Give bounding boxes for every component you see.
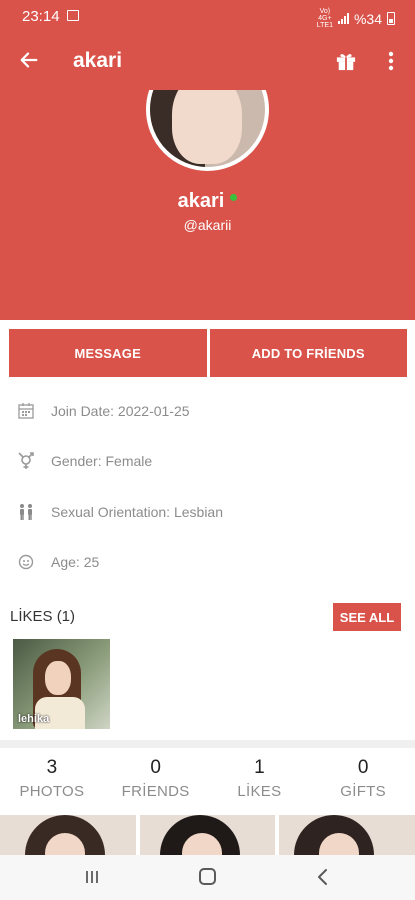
likes-label: LİKES (1): [10, 608, 76, 625]
like-photo-face: [45, 661, 71, 695]
stats-row: 3 PHOTOS 0 FRİENDS 1 LİKES 0 GİFTS: [0, 755, 415, 811]
people-icon: [20, 504, 32, 520]
app-bar: akari: [0, 32, 415, 90]
photo-strip: [0, 815, 415, 855]
info-orientation: Sexual Orientation: Lesbian: [0, 497, 415, 527]
network-volte: Vo): [319, 8, 331, 15]
message-button[interactable]: MESSAGE: [9, 329, 207, 377]
see-all-button[interactable]: SEE ALL: [333, 603, 401, 631]
stat-label: GİFTS: [340, 783, 386, 800]
status-bar: 23:14 Vo) 4G+ LTE1 %34: [0, 0, 415, 32]
recent-apps-icon[interactable]: [84, 869, 100, 885]
stat-value: 3: [46, 757, 58, 778]
age-icon: [18, 554, 34, 570]
network-indicator: Vo) 4G+ LTE1: [317, 8, 333, 29]
age-text: Age: 25: [51, 554, 100, 570]
stat-likes[interactable]: 1 LİKES: [208, 755, 312, 811]
profile-actions: MESSAGE ADD TO FRİENDS: [9, 329, 407, 377]
like-item[interactable]: lehika: [13, 639, 110, 729]
join-date-text: Join Date: 2022-01-25: [51, 403, 190, 419]
stat-label: PHOTOS: [19, 783, 85, 800]
stat-value: 0: [150, 757, 161, 778]
network-4g: 4G+: [318, 15, 332, 22]
photo-thumbnail[interactable]: [279, 815, 415, 855]
info-join-date: Join Date: 2022-01-25: [0, 396, 415, 426]
system-nav-bar: [0, 855, 415, 900]
image-notification-icon: [67, 10, 79, 21]
stat-photos[interactable]: 3 PHOTOS: [0, 755, 104, 811]
profile-handle: @akarii: [183, 217, 232, 233]
calendar-icon: [18, 403, 34, 419]
online-status-dot: [230, 194, 238, 202]
profile-header: akari @akarii: [0, 90, 415, 320]
status-right: Vo) 4G+ LTE1 %34: [317, 8, 395, 29]
more-vertical-icon[interactable]: [386, 50, 396, 72]
home-icon[interactable]: [199, 868, 216, 885]
nav-back-icon[interactable]: [316, 868, 328, 886]
like-item-name: lehika: [18, 713, 50, 725]
section-divider: [0, 740, 415, 748]
info-gender: Gender: Female: [0, 446, 415, 476]
stat-label: FRİENDS: [121, 783, 190, 800]
stat-value: 0: [357, 757, 369, 778]
stat-label: LİKES: [237, 783, 282, 800]
arrow-left-icon[interactable]: [18, 49, 40, 71]
status-time: 23:14: [22, 8, 60, 25]
stat-value: 1: [254, 757, 265, 778]
gender-icon: [18, 452, 34, 469]
signal-icon: [337, 13, 349, 24]
stat-friends[interactable]: 0 FRİENDS: [104, 755, 208, 811]
gift-icon[interactable]: [335, 51, 357, 71]
battery-icon: [387, 12, 395, 25]
avatar[interactable]: [146, 90, 269, 171]
profile-name: akari: [177, 190, 225, 212]
network-lte: LTE1: [316, 22, 333, 29]
gender-text: Gender: Female: [51, 453, 153, 469]
photo-thumbnail[interactable]: [0, 815, 136, 855]
info-age: Age: 25: [0, 547, 415, 577]
photo-thumbnail[interactable]: [139, 815, 276, 855]
orientation-text: Sexual Orientation: Lesbian: [51, 504, 223, 520]
page-title: akari: [73, 49, 123, 72]
battery-percent: %34: [353, 10, 382, 27]
avatar-face: [172, 90, 242, 164]
profile-name-row: akari: [0, 190, 415, 213]
stat-gifts[interactable]: 0 GİFTS: [311, 755, 415, 811]
add-to-friends-button[interactable]: ADD TO FRİENDS: [209, 329, 407, 377]
